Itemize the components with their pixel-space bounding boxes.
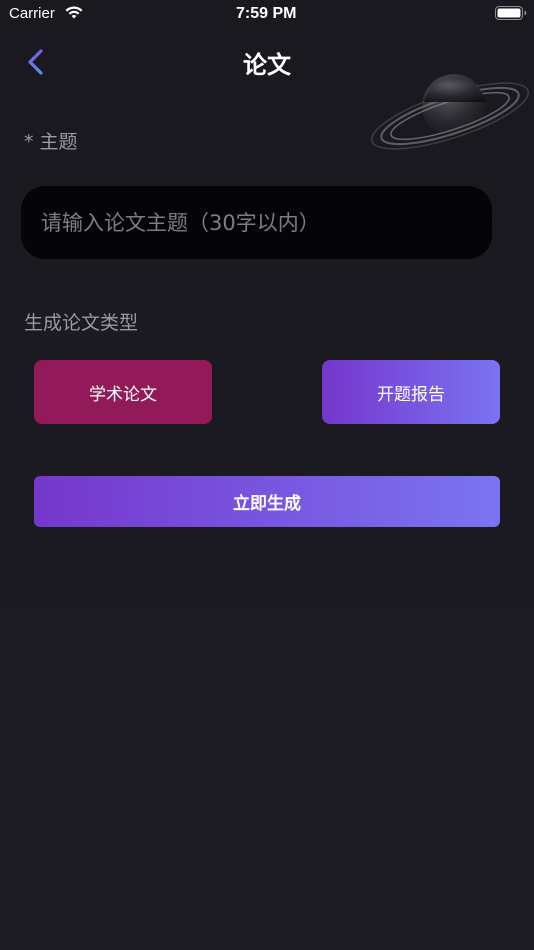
proposal-report-label: 开题报告 [377,384,445,405]
type-label: 生成论文类型 [24,312,139,334]
academic-paper-label: 学术论文 [89,384,157,405]
planet-icon [370,74,530,150]
proposal-report-button[interactable]: 开题报告 [322,360,500,424]
topic-input[interactable] [21,186,492,259]
status-time: 7:59 PM [236,5,297,22]
topic-label: * 主题 [24,127,78,154]
generate-button[interactable]: 立即生成 [34,476,500,527]
status-bar: Carrier 7:59 PM [0,0,534,28]
topic-input-container [21,186,492,259]
carrier-label: Carrier [9,5,55,22]
academic-paper-button[interactable]: 学术论文 [34,360,212,424]
wifi-icon [65,6,83,19]
topic-label-text: 主题 [39,131,78,153]
generate-label: 立即生成 [233,494,301,514]
required-mark: * [24,131,34,153]
battery-icon [495,6,527,20]
